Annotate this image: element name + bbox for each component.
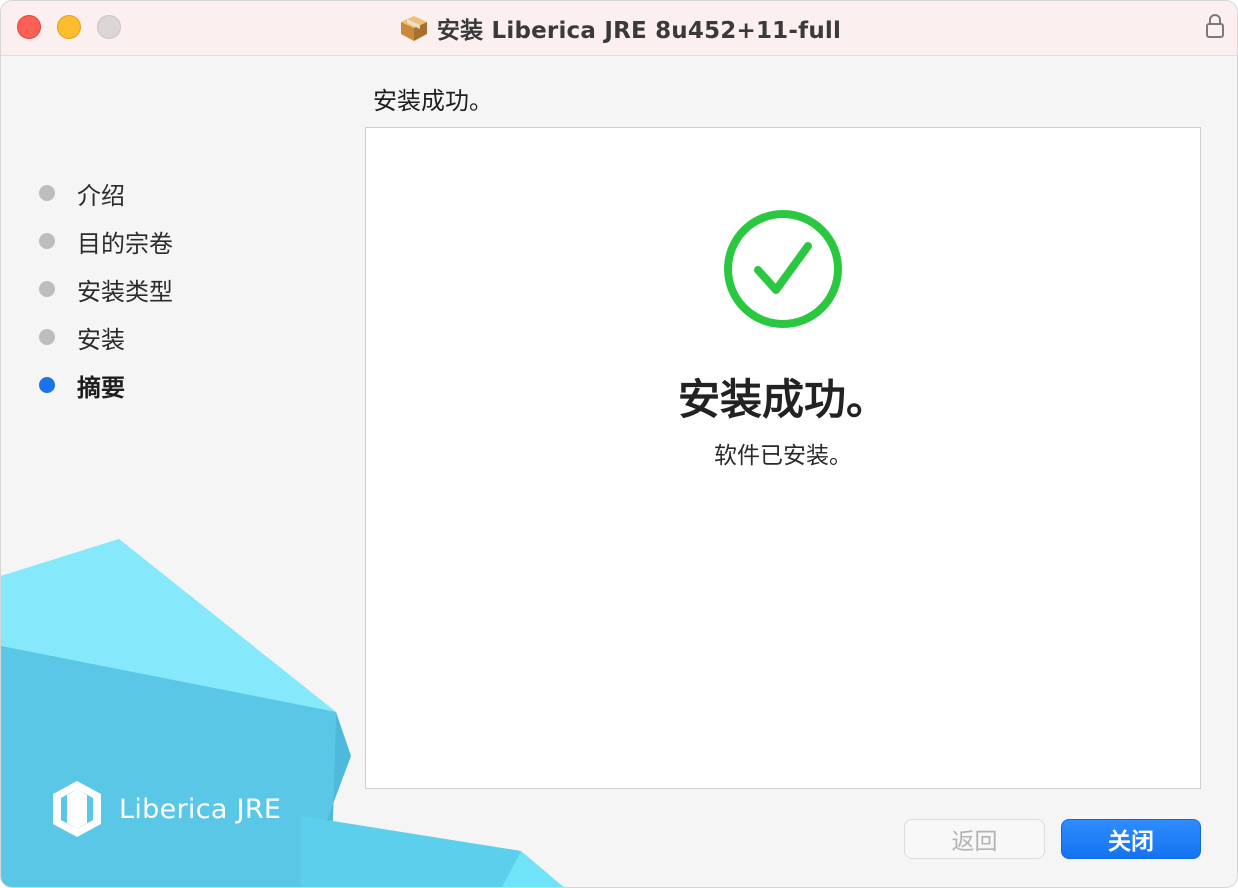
step-label: 安装: [77, 325, 125, 354]
back-button[interactable]: 返回: [904, 819, 1045, 859]
step-indicator-active: [39, 377, 55, 393]
checkmark-circle-icon: [724, 210, 842, 328]
step-label: 目的宗卷: [77, 229, 173, 258]
step-indicator: [39, 185, 55, 201]
success-title: 安装成功。: [677, 375, 888, 424]
step-label: 摘要: [77, 373, 125, 402]
brand-name: Liberica JRE: [119, 793, 282, 825]
summary-panel: 安装成功。 软件已安装。: [365, 127, 1201, 789]
step-indicator: [39, 329, 55, 345]
step-indicator: [39, 233, 55, 249]
installer-steps: 介绍 目的宗卷 安装类型 安装 摘要: [39, 169, 173, 409]
window-title-group: 安装 Liberica JRE 8u452+11-full: [1, 1, 1237, 55]
step-indicator: [39, 281, 55, 297]
step-label: 安装类型: [77, 277, 173, 306]
success-message: 软件已安装。: [714, 443, 852, 469]
installer-window: 安装 Liberica JRE 8u452+11-full 介绍 目的宗卷 安装…: [0, 0, 1238, 888]
package-icon: [400, 16, 427, 41]
brand-logo: Liberica JRE: [49, 779, 281, 839]
step-destination: 目的宗卷: [39, 217, 173, 265]
step-installation: 安装: [39, 313, 173, 361]
liberica-logo-icon: [53, 781, 101, 837]
page-heading: 安装成功。: [373, 87, 493, 115]
window-title: 安装 Liberica JRE 8u452+11-full: [436, 18, 842, 44]
step-label: 介绍: [77, 181, 125, 210]
lock-icon: [1206, 14, 1224, 38]
close-button[interactable]: 关闭: [1061, 819, 1201, 859]
step-summary: 摘要: [39, 361, 173, 409]
step-installation-type: 安装类型: [39, 265, 173, 313]
step-introduction: 介绍: [39, 169, 173, 217]
title-bar: 安装 Liberica JRE 8u452+11-full: [1, 1, 1237, 56]
